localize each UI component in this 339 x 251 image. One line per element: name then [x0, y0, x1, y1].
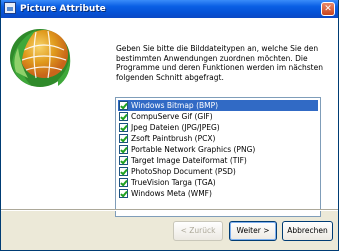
- checkbox[interactable]: [119, 134, 128, 143]
- list-item[interactable]: Portable Network Graphics (PNG): [118, 144, 318, 155]
- back-button[interactable]: < Zurück: [173, 221, 223, 241]
- list-item-label: CompuServe Gif (GIF): [131, 112, 213, 121]
- list-item[interactable]: PhotoShop Document (PSD): [118, 166, 318, 177]
- list-item-label: Portable Network Graphics (PNG): [131, 145, 256, 154]
- checkbox[interactable]: [119, 123, 128, 132]
- checkbox[interactable]: [119, 101, 128, 110]
- checkbox[interactable]: [119, 189, 128, 198]
- window-title: Picture Attribute: [20, 4, 106, 14]
- instruction-text: Geben Sie bitte die Bilddateitypen an, w…: [116, 44, 323, 82]
- list-item[interactable]: Zsoft Paintbrush (PCX): [118, 133, 318, 144]
- checkbox[interactable]: [119, 167, 128, 176]
- cancel-button[interactable]: Abbrechen: [282, 221, 333, 241]
- list-item-label: PhotoShop Document (PSD): [131, 167, 236, 176]
- list-item[interactable]: Jpeg Dateien (JPG/JPEG): [118, 122, 318, 133]
- next-button[interactable]: Weiter >: [229, 221, 277, 241]
- list-item[interactable]: TrueVision Targa (TGA): [118, 177, 318, 188]
- list-item-label: Target Image Dateiformat (TIF): [131, 156, 247, 165]
- checkbox[interactable]: [119, 156, 128, 165]
- close-button[interactable]: ✕: [321, 2, 335, 16]
- list-item-label: Windows Meta (WMF): [131, 189, 212, 198]
- title-bar[interactable]: Picture Attribute ✕: [1, 0, 338, 18]
- dialog-window: Picture Attribute ✕ Geben Sie bitte die …: [0, 0, 339, 251]
- list-item[interactable]: Windows Bitmap (BMP): [118, 100, 318, 111]
- list-item[interactable]: Target Image Dateiformat (TIF): [118, 155, 318, 166]
- separator: [1, 209, 338, 211]
- checkbox[interactable]: [119, 178, 128, 187]
- list-item-label: Zsoft Paintbrush (PCX): [131, 134, 216, 143]
- picture-icon: [4, 2, 16, 14]
- list-item-label: Jpeg Dateien (JPG/JPEG): [131, 123, 220, 132]
- globe-logo-icon: [10, 29, 71, 87]
- list-item-label: TrueVision Targa (TGA): [131, 178, 216, 187]
- list-item[interactable]: CompuServe Gif (GIF): [118, 111, 318, 122]
- checkbox[interactable]: [119, 112, 128, 121]
- checkbox[interactable]: [119, 145, 128, 154]
- wizard-content: Geben Sie bitte die Bilddateitypen an, w…: [1, 18, 338, 217]
- list-item[interactable]: Windows Meta (WMF): [118, 188, 318, 199]
- file-type-list[interactable]: Windows Bitmap (BMP) CompuServe Gif (GIF…: [115, 97, 321, 217]
- list-item-label: Windows Bitmap (BMP): [131, 101, 219, 110]
